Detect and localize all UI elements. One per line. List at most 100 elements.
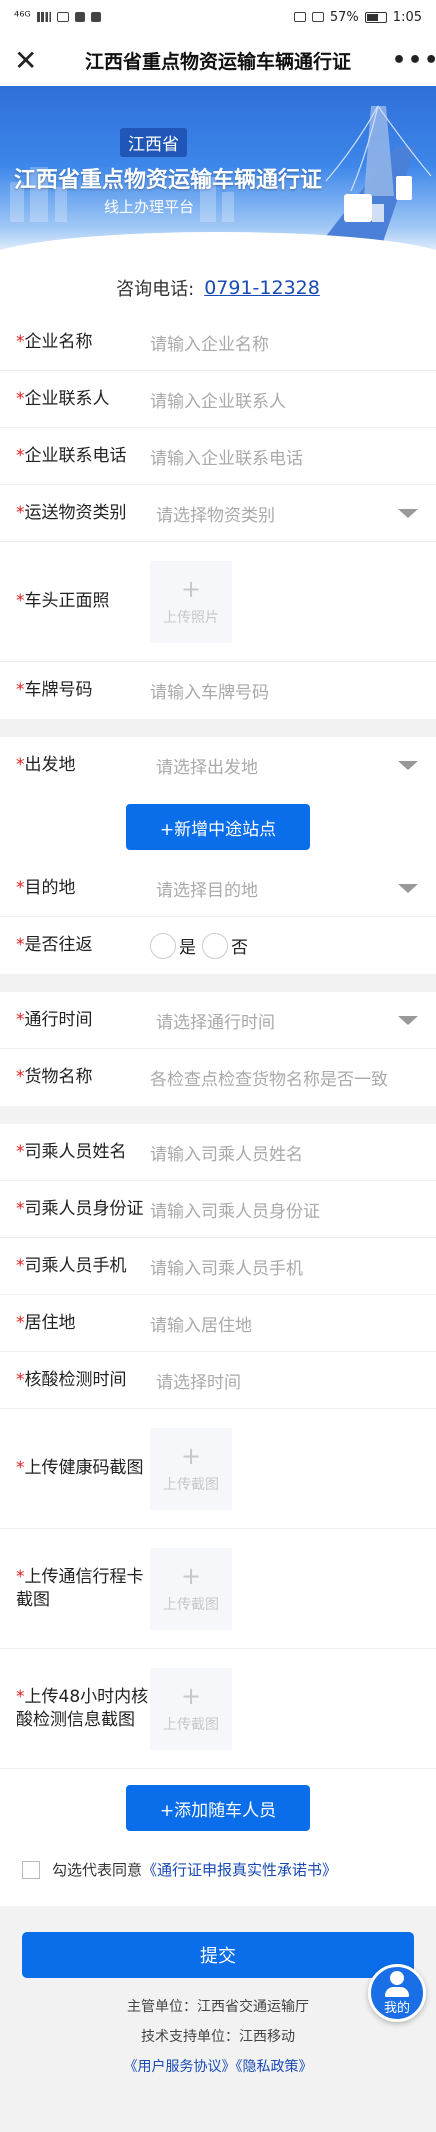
goods-type-label: 运送物资类别 bbox=[24, 502, 127, 523]
trip-card-upload[interactable]: + 上传截图 bbox=[150, 1547, 232, 1630]
form-section-company: 咨询电话: 0791-12328 *企业名称 请输入企业名称 *企业联系人 请输… bbox=[0, 262, 436, 719]
health-code-upload[interactable]: + 上传截图 bbox=[150, 1427, 232, 1510]
cargo-name-label: 货物名称 bbox=[24, 1067, 93, 1088]
wifi-icon bbox=[56, 12, 69, 22]
signal-icon bbox=[36, 12, 51, 22]
driver-name-input[interactable]: 请输入司乘人员姓名 bbox=[150, 1140, 420, 1165]
goods-type-select[interactable]: 请选择物资类别 bbox=[150, 501, 398, 526]
alarm-icon bbox=[293, 12, 306, 22]
health-code-label: 上传健康码截图 bbox=[24, 1458, 144, 1479]
travel-time-label: 通行时间 bbox=[24, 1009, 93, 1030]
hotline-label: 咨询电话: bbox=[116, 279, 195, 300]
nucleic-48h-label: 上传48小时内核酸检测信息截图 bbox=[16, 1686, 149, 1730]
trip-card-label: 上传通信行程卡截图 bbox=[16, 1566, 144, 1610]
chevron-down-icon[interactable] bbox=[398, 761, 418, 770]
banner: 江西省 江西省重点物资运输车辆通行证 线上办理平台 bbox=[0, 86, 436, 262]
form-section-cargo: *通行时间 请选择通行时间 *货物名称 各检查点检查货物名称是否一致 bbox=[0, 992, 436, 1106]
add-passenger-button[interactable]: +添加随车人员 bbox=[126, 1785, 310, 1831]
nucleic-time-select[interactable]: 请选择时间 bbox=[150, 1368, 420, 1393]
upload-label: 上传截图 bbox=[163, 1716, 219, 1733]
company-contact-row: *企业联系人 请输入企业联系人 bbox=[0, 371, 436, 428]
agreement-checkbox[interactable] bbox=[22, 1860, 40, 1879]
agreement-text: 勾选代表同意 bbox=[52, 1861, 143, 1879]
app-notification-icon bbox=[90, 12, 101, 22]
destination-row[interactable]: *目的地 请选择目的地 bbox=[0, 860, 436, 917]
plus-icon: + bbox=[180, 574, 202, 603]
company-name-label: 企业名称 bbox=[24, 331, 93, 352]
banner-badge: 江西省 bbox=[120, 128, 187, 157]
front-photo-label: 车头正面照 bbox=[24, 591, 110, 612]
plate-input[interactable]: 请输入车牌号码 bbox=[150, 678, 420, 703]
banner-subtitle: 线上办理平台 bbox=[104, 198, 195, 216]
driver-id-row: *司乘人员身份证 请输入司乘人员身份证 bbox=[0, 1181, 436, 1238]
status-bar: ⁴⁶ᴳ 57% 1:05 bbox=[0, 0, 436, 34]
chevron-down-icon[interactable] bbox=[398, 883, 418, 893]
plate-label: 车牌号码 bbox=[24, 680, 93, 701]
chevron-down-icon[interactable] bbox=[398, 508, 418, 518]
add-stop-button[interactable]: +新增中途站点 bbox=[126, 804, 310, 850]
trip-card-row: *上传通信行程卡截图 + 上传截图 bbox=[0, 1529, 436, 1649]
health-code-row: *上传健康码截图 + 上传截图 bbox=[0, 1409, 436, 1529]
nucleic-time-label: 核酸检测时间 bbox=[24, 1369, 127, 1390]
banner-title: 江西省重点物资运输车辆通行证 bbox=[14, 168, 323, 193]
agreement-row: 勾选代表同意 《通行证申报真实性承诺书》 bbox=[0, 1841, 436, 1906]
upload-label: 上传照片 bbox=[163, 609, 219, 626]
submit-button[interactable]: 提交 bbox=[22, 1932, 414, 1978]
divider bbox=[0, 1106, 436, 1124]
nucleic-time-row[interactable]: *核酸检测时间 请选择时间 bbox=[0, 1352, 436, 1409]
support-text: 技术支持单位：江西移动 bbox=[141, 2029, 295, 2045]
divider bbox=[0, 974, 436, 992]
company-name-input[interactable]: 请输入企业名称 bbox=[150, 330, 420, 355]
company-phone-label: 企业联系电话 bbox=[24, 445, 127, 466]
divider bbox=[0, 719, 436, 737]
travel-time-row[interactable]: *通行时间 请选择通行时间 bbox=[0, 992, 436, 1049]
cargo-name-input[interactable]: 各检查点检查货物名称是否一致 bbox=[150, 1065, 420, 1090]
driver-phone-label: 司乘人员手机 bbox=[24, 1255, 127, 1276]
goods-type-row[interactable]: *运送物资类别 请选择物资类别 bbox=[0, 485, 436, 542]
plate-row: *车牌号码 请输入车牌号码 bbox=[0, 662, 436, 719]
upload-label: 上传截图 bbox=[163, 1476, 219, 1493]
destination-select[interactable]: 请选择目的地 bbox=[150, 876, 398, 901]
residence-input[interactable]: 请输入居住地 bbox=[150, 1311, 420, 1336]
origin-label: 出发地 bbox=[24, 755, 76, 776]
cargo-name-row: *货物名称 各检查点检查货物名称是否一致 bbox=[0, 1049, 436, 1106]
close-icon[interactable]: ✕ bbox=[14, 44, 44, 77]
company-contact-input[interactable]: 请输入企业联系人 bbox=[150, 387, 420, 412]
round-trip-yes-radio[interactable]: 是 bbox=[150, 932, 196, 959]
more-icon[interactable]: ••• bbox=[392, 48, 436, 73]
form-section-route: *出发地 请选择出发地 +新增中途站点 *目的地 请选择目的地 *是否往返 是 … bbox=[0, 737, 436, 974]
mine-button[interactable]: 我的 bbox=[368, 1964, 426, 2022]
origin-select[interactable]: 请选择出发地 bbox=[150, 753, 398, 778]
front-photo-row: *车头正面照 + 上传照片 bbox=[0, 542, 436, 662]
chevron-down-icon[interactable] bbox=[398, 1015, 418, 1025]
mine-label: 我的 bbox=[383, 2000, 410, 2016]
round-trip-label: 是否往返 bbox=[24, 935, 93, 956]
driver-phone-row: *司乘人员手机 请输入司乘人员手机 bbox=[0, 1238, 436, 1295]
nucleic-48h-upload[interactable]: + 上传截图 bbox=[150, 1667, 232, 1750]
plus-icon: + bbox=[180, 1441, 202, 1470]
hotline: 咨询电话: 0791-12328 bbox=[0, 262, 436, 314]
driver-id-label: 司乘人员身份证 bbox=[24, 1198, 144, 1219]
battery-icon bbox=[364, 11, 387, 23]
user-icon bbox=[390, 1970, 404, 1985]
signal-label: ⁴⁶ᴳ bbox=[14, 9, 31, 25]
policy-links[interactable]: 《用户服务协议》《隐私政策》 bbox=[0, 2056, 436, 2076]
company-phone-row: *企业联系电话 请输入企业联系电话 bbox=[0, 428, 436, 485]
hotline-number-link[interactable]: 0791-12328 bbox=[204, 277, 320, 299]
nucleic-48h-row: *上传48小时内核酸检测信息截图 + 上传截图 bbox=[0, 1649, 436, 1769]
round-trip-row: *是否往返 是 否 bbox=[0, 917, 436, 974]
driver-id-input[interactable]: 请输入司乘人员身份证 bbox=[150, 1197, 420, 1222]
form-section-driver: *司乘人员姓名 请输入司乘人员姓名 *司乘人员身份证 请输入司乘人员身份证 *司… bbox=[0, 1124, 436, 1906]
origin-row[interactable]: *出发地 请选择出发地 bbox=[0, 737, 436, 794]
driver-phone-input[interactable]: 请输入司乘人员手机 bbox=[150, 1254, 420, 1279]
upload-label: 上传截图 bbox=[163, 1596, 219, 1613]
plus-icon: + bbox=[180, 1561, 202, 1590]
residence-row: *居住地 请输入居住地 bbox=[0, 1295, 436, 1352]
round-trip-no-radio[interactable]: 否 bbox=[202, 932, 248, 959]
front-photo-upload[interactable]: + 上传照片 bbox=[150, 560, 232, 643]
company-phone-input[interactable]: 请输入企业联系电话 bbox=[150, 444, 420, 469]
travel-time-select[interactable]: 请选择通行时间 bbox=[150, 1008, 398, 1033]
driver-name-row: *司乘人员姓名 请输入司乘人员姓名 bbox=[0, 1124, 436, 1181]
agreement-link[interactable]: 《通行证申报真实性承诺书》 bbox=[142, 1859, 337, 1880]
plus-icon: + bbox=[180, 1681, 202, 1710]
